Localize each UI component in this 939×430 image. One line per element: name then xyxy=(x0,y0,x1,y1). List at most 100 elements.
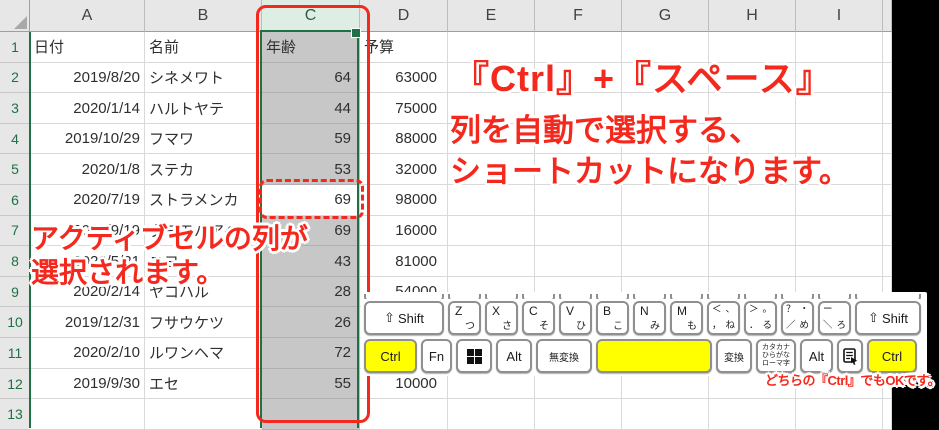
row-header-6[interactable]: 6 xyxy=(0,185,30,216)
cell-C3[interactable]: 44 xyxy=(262,93,360,124)
cell-C13[interactable] xyxy=(262,399,360,430)
cell-C10[interactable]: 26 xyxy=(262,307,360,339)
row-header-10[interactable]: 10 xyxy=(0,307,30,339)
column-header-B[interactable]: B xyxy=(145,0,262,32)
cell-A4[interactable]: 2019/10/29 xyxy=(30,123,145,155)
cell-A13[interactable] xyxy=(30,399,145,430)
row-header-5[interactable]: 5 xyxy=(0,154,30,186)
key-letter: C xyxy=(529,304,538,318)
cell-E7[interactable] xyxy=(448,215,535,247)
cell-C5[interactable]: 53 xyxy=(262,154,360,186)
cell-E13[interactable] xyxy=(448,399,535,430)
row-header-9[interactable]: 9 xyxy=(0,276,30,308)
cell-sliver5 xyxy=(883,154,892,186)
partial-key-bottom xyxy=(855,294,921,299)
cell-D7[interactable]: 16000 xyxy=(360,215,448,247)
cell-B13[interactable] xyxy=(145,399,262,430)
column-header-A[interactable]: A xyxy=(30,0,145,32)
partial-key-bottom xyxy=(448,294,481,299)
cell-A6[interactable]: 2020/7/19 xyxy=(30,185,145,216)
row-header-2[interactable]: 2 xyxy=(0,62,30,94)
cell-B12[interactable]: エセ xyxy=(145,368,262,400)
column-header-D[interactable]: D xyxy=(360,0,448,32)
key-kana: ひ xyxy=(576,321,586,332)
cell-F8[interactable] xyxy=(535,246,622,277)
cell-D13[interactable] xyxy=(360,399,448,430)
cell-A2[interactable]: 2019/8/20 xyxy=(30,62,145,94)
cell-sliver13 xyxy=(883,399,892,430)
cell-A5[interactable]: 2020/1/8 xyxy=(30,154,145,186)
key-n: Nみ xyxy=(633,301,666,335)
key-v: Vひ xyxy=(559,301,592,335)
cell-D8[interactable]: 81000 xyxy=(360,246,448,277)
cell-I7[interactable] xyxy=(796,215,883,247)
key-char2: ー ＼ ろ xyxy=(818,301,851,335)
column-header-I[interactable]: I xyxy=(796,0,883,32)
cell-sliver3 xyxy=(883,93,892,124)
row-header-11[interactable]: 11 xyxy=(0,338,30,369)
cell-E8[interactable] xyxy=(448,246,535,277)
active-cell-note-text: アクティブセルの列が 選択されます。 xyxy=(31,222,308,290)
cell-A11[interactable]: 2020/2/10 xyxy=(30,338,145,369)
windows-logo-icon xyxy=(466,348,482,364)
key-letter: M xyxy=(677,304,687,318)
cell-B11[interactable]: ルワンヘマ xyxy=(145,338,262,369)
cell-D2[interactable]: 63000 xyxy=(360,62,448,94)
column-header-C[interactable]: C xyxy=(262,0,360,32)
cell-H7[interactable] xyxy=(709,215,796,247)
cell-A3[interactable]: 2020/1/14 xyxy=(30,93,145,124)
cell-C4[interactable]: 59 xyxy=(262,123,360,155)
cell-B10[interactable]: フサウケツ xyxy=(145,307,262,339)
column-header-H[interactable]: H xyxy=(709,0,796,32)
cell-F13[interactable] xyxy=(535,399,622,430)
cell-C1[interactable]: 年齢 xyxy=(262,32,360,63)
key-alt: Alt xyxy=(800,339,833,373)
partial-key-bottom xyxy=(522,294,555,299)
cell-D3[interactable]: 75000 xyxy=(360,93,448,124)
row-header-12[interactable]: 12 xyxy=(0,368,30,400)
row-header-3[interactable]: 3 xyxy=(0,93,30,124)
cell-B5[interactable]: ステカ xyxy=(145,154,262,186)
cell-D6[interactable]: 98000 xyxy=(360,185,448,216)
cell-I13[interactable] xyxy=(796,399,883,430)
cell-sliver4 xyxy=(883,123,892,155)
cell-D1[interactable]: 予算 xyxy=(360,32,448,63)
cell-A1[interactable]: 日付 xyxy=(30,32,145,63)
cell-B4[interactable]: フマワ xyxy=(145,123,262,155)
cell-A12[interactable]: 2019/9/30 xyxy=(30,368,145,400)
cell-B6[interactable]: ストラメンカ xyxy=(145,185,262,216)
row-header-8[interactable]: 8 xyxy=(0,246,30,277)
row-header-13[interactable]: 13 xyxy=(0,399,30,430)
cell-I8[interactable] xyxy=(796,246,883,277)
column-header-E[interactable]: E xyxy=(448,0,535,32)
cell-F7[interactable] xyxy=(535,215,622,247)
cell-D5[interactable]: 32000 xyxy=(360,154,448,186)
cell-D4[interactable]: 88000 xyxy=(360,123,448,155)
cell-B3[interactable]: ハルトヤテ xyxy=(145,93,262,124)
shift-icon: ⇧ xyxy=(868,310,879,325)
key-space xyxy=(596,339,712,373)
column-header-G[interactable]: G xyxy=(622,0,709,32)
cell-B1[interactable]: 名前 xyxy=(145,32,262,63)
cell-A10[interactable]: 2019/12/31 xyxy=(30,307,145,339)
column-header-F[interactable]: F xyxy=(535,0,622,32)
partial-key-bottom xyxy=(559,294,592,299)
key-menu xyxy=(837,339,863,373)
keyboard-note-text: どちらの『Ctrl』でもOKです。 xyxy=(765,373,939,388)
cell-B2[interactable]: シネメワト xyxy=(145,62,262,94)
cell-C11[interactable]: 72 xyxy=(262,338,360,369)
cell-C12[interactable]: 55 xyxy=(262,368,360,400)
cell-C2[interactable]: 64 xyxy=(262,62,360,94)
row-header-1[interactable]: 1 xyxy=(0,32,30,63)
cell-G7[interactable] xyxy=(622,215,709,247)
row-header-4[interactable]: 4 xyxy=(0,123,30,155)
sheet-row-13: 13 xyxy=(0,399,892,430)
cell-H8[interactable] xyxy=(709,246,796,277)
cell-C6[interactable]: 69 xyxy=(262,185,360,216)
cell-G13[interactable] xyxy=(622,399,709,430)
select-all-corner[interactable] xyxy=(0,0,30,32)
cell-G8[interactable] xyxy=(622,246,709,277)
row-header-7[interactable]: 7 xyxy=(0,215,30,247)
shortcut-description-line1: 列を自動で選択する、 xyxy=(450,113,760,148)
cell-H13[interactable] xyxy=(709,399,796,430)
